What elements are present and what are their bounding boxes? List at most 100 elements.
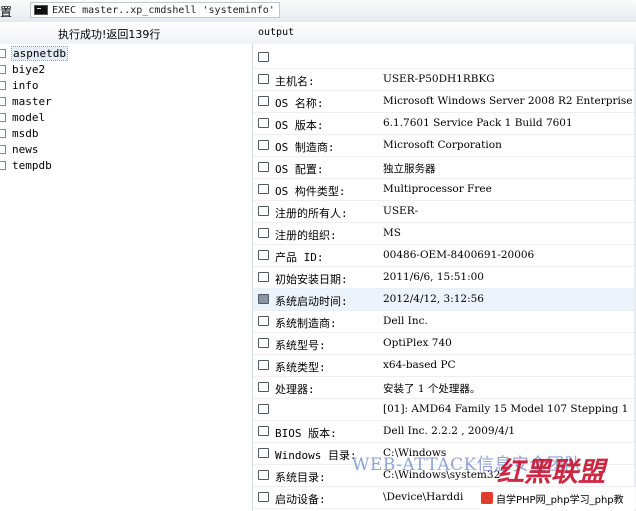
- database-name: msdb: [12, 126, 39, 140]
- row-checkbox[interactable]: [258, 162, 269, 172]
- database-item[interactable]: biye2: [0, 61, 45, 77]
- output-label: 启动设备:: [275, 493, 326, 506]
- output-row[interactable]: OS 配置: 独立服务器: [253, 157, 636, 179]
- output-row[interactable]: 系统制造商: Dell Inc.: [253, 311, 636, 333]
- database-item[interactable]: msdb: [0, 125, 39, 141]
- database-item[interactable]: model: [0, 109, 45, 125]
- output-row[interactable]: 系统启动时间: 2012/4/12, 3:12:56: [253, 289, 636, 311]
- output-row[interactable]: 系统型号: OptiPlex 740: [253, 333, 636, 355]
- output-value: [01]: AMD64 Family 15 Model 107 Stepping…: [383, 403, 629, 415]
- row-checkbox[interactable]: [258, 184, 269, 194]
- row-checkbox[interactable]: [258, 382, 269, 392]
- output-row[interactable]: 主机名: USER-P50DH1RBKG: [253, 69, 636, 91]
- output-value: Dell Inc.: [383, 315, 428, 327]
- database-icon: [0, 48, 6, 58]
- row-checkbox[interactable]: [258, 338, 269, 348]
- database-item[interactable]: master: [0, 93, 52, 109]
- database-item[interactable]: tempdb: [0, 157, 52, 173]
- database-name: model: [12, 110, 46, 124]
- watermark-bar: 自学PHP网_php学习_php教: [480, 487, 636, 509]
- output-row[interactable]: 初始安装日期: 2011/6/6, 15:51:00: [253, 267, 636, 289]
- output-row[interactable]: OS 名称: Microsoft Windows Server 2008 R2 E…: [253, 91, 636, 113]
- output-row[interactable]: [01]: AMD64 Family 15 Model 107 Stepping…: [253, 399, 636, 421]
- output-label: 系统型号:: [275, 339, 326, 352]
- database-icon: [0, 144, 6, 154]
- output-label: Windows 目录:: [275, 449, 357, 462]
- output-value: USER-P50DH1RBKG: [383, 73, 495, 85]
- output-row[interactable]: 注册的组织: MS: [253, 223, 636, 245]
- database-name: master: [12, 94, 52, 108]
- output-label: OS 构件类型:: [275, 185, 346, 198]
- output-row[interactable]: 注册的所有人: USER-: [253, 201, 636, 223]
- row-checkbox[interactable]: [258, 492, 269, 502]
- database-icon: [0, 64, 6, 74]
- output-value: Microsoft Corporation: [383, 139, 502, 151]
- output-row[interactable]: 产品 ID: 00486-OEM-8400691-20006: [253, 245, 636, 267]
- row-checkbox[interactable]: [258, 52, 269, 62]
- database-icon: [0, 96, 6, 106]
- output-label: 系统制造商:: [275, 317, 337, 330]
- database-item[interactable]: news: [0, 141, 39, 157]
- output-value: Microsoft Windows Server 2008 R2 Enterpr…: [383, 95, 633, 107]
- output-value: Dell Inc. 2.2.2 , 2009/4/1: [383, 425, 516, 437]
- site-logo-icon: [481, 492, 493, 504]
- output-value: Multiprocessor Free: [383, 183, 492, 195]
- output-grid: 主机名: USER-P50DH1RBKG OS 名称: Microsoft Windo…: [253, 44, 636, 511]
- output-row[interactable]: BIOS 版本: Dell Inc. 2.2.2 , 2009/4/1: [253, 421, 636, 443]
- output-label: 初始安装日期:: [275, 273, 348, 286]
- row-checkbox[interactable]: [258, 448, 269, 458]
- output-label: OS 配置:: [275, 163, 324, 176]
- settings-tab[interactable]: 置: [0, 3, 12, 20]
- database-icon: [0, 80, 6, 90]
- output-label: 系统类型:: [275, 361, 326, 374]
- output-value: x64-based PC: [383, 359, 456, 371]
- database-name: biye2: [12, 62, 46, 76]
- row-checkbox[interactable]: [258, 272, 269, 282]
- row-checkbox[interactable]: [258, 360, 269, 370]
- output-value: \Device\Harddi: [383, 491, 464, 503]
- row-checkbox[interactable]: [258, 404, 269, 414]
- output-value: 安装了 1 个处理器。: [383, 383, 481, 395]
- row-checkbox[interactable]: [258, 294, 269, 304]
- database-name: info: [12, 78, 39, 92]
- output-value: OptiPlex 740: [383, 337, 452, 349]
- output-label: 注册的所有人:: [275, 207, 348, 220]
- row-checkbox[interactable]: [258, 74, 269, 84]
- database-name: news: [12, 142, 39, 156]
- output-value: MS: [383, 227, 401, 239]
- row-checkbox[interactable]: [258, 426, 269, 436]
- output-label: 注册的组织:: [275, 229, 337, 242]
- database-item[interactable]: info: [0, 77, 39, 93]
- output-label: 系统目录:: [275, 471, 326, 484]
- row-checkbox[interactable]: [258, 206, 269, 216]
- results-header: 执行成功!返回139行 output: [0, 22, 636, 45]
- output-column-header[interactable]: output: [258, 27, 294, 38]
- output-row[interactable]: OS 制造商: Microsoft Corporation: [253, 135, 636, 157]
- database-list: aspnetdb biye2 info master model msdb news temp…: [0, 44, 253, 511]
- output-value: 2012/4/12, 3:12:56: [383, 293, 484, 305]
- row-checkbox[interactable]: [258, 118, 269, 128]
- output-row[interactable]: [253, 47, 636, 69]
- output-row[interactable]: 系统类型: x64-based PC: [253, 355, 636, 377]
- command-input[interactable]: EXEC master..xp_cmdshell 'systeminfo': [30, 2, 280, 18]
- status-message: 执行成功!返回139行: [58, 28, 161, 41]
- output-label: OS 名称:: [275, 97, 324, 110]
- database-icon: [0, 160, 6, 170]
- output-row[interactable]: OS 构件类型: Multiprocessor Free: [253, 179, 636, 201]
- row-checkbox[interactable]: [258, 470, 269, 480]
- output-label: 产品 ID:: [275, 251, 324, 264]
- database-icon: [0, 112, 6, 122]
- row-checkbox[interactable]: [258, 140, 269, 150]
- database-item[interactable]: aspnetdb: [0, 45, 68, 61]
- terminal-icon: [34, 5, 48, 15]
- output-label: 主机名:: [275, 75, 315, 88]
- output-row[interactable]: 处理器: 安装了 1 个处理器。: [253, 377, 636, 399]
- row-checkbox[interactable]: [258, 96, 269, 106]
- database-icon: [0, 128, 6, 138]
- row-checkbox[interactable]: [258, 250, 269, 260]
- row-checkbox[interactable]: [258, 228, 269, 238]
- database-name: tempdb: [12, 158, 52, 172]
- row-checkbox[interactable]: [258, 316, 269, 326]
- output-value: USER-: [383, 205, 419, 217]
- output-row[interactable]: OS 版本: 6.1.7601 Service Pack 1 Build 7601: [253, 113, 636, 135]
